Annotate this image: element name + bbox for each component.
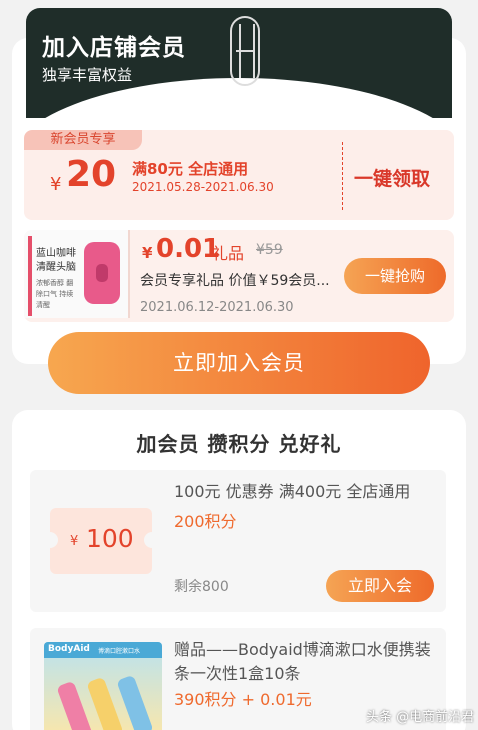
gift-original-price: ¥59 [256, 242, 283, 258]
claim-coupon-button[interactable]: 一键领取 [354, 164, 430, 191]
item-name: 赠品——Bodyaid博滴漱口水便携装条一次性1盒10条 [174, 640, 431, 683]
image-subtitle: 博滴口腔漱口水 [98, 648, 141, 655]
gift-date-range: 2021.06.12-2021.06.30 [140, 300, 294, 315]
banner-title: 加入店铺会员 [42, 35, 186, 61]
mouthwash-product-image: BodyAid 博滴口腔漱口水 [44, 642, 162, 730]
join-member-button[interactable]: 立即加入会员 [48, 332, 430, 394]
gift-price: 0.01 [156, 234, 221, 264]
coupon-currency: ¥ [50, 174, 62, 195]
buy-gift-button[interactable]: 一键抢购 [344, 258, 446, 294]
gift-currency: ¥ [142, 244, 153, 262]
watermark: 头条 @电商前沿君 [366, 710, 475, 725]
image-brand: BodyAid [48, 644, 90, 654]
coupon-date-range: 2021.05.28-2021.06.30 [132, 180, 274, 194]
gift-name: 会员专享礼品 价值￥59会员... [140, 273, 330, 289]
new-member-coupon[interactable]: 新会员专享 ¥ 20 满80元 全店通用 2021.05.28-2021.06.… [24, 130, 454, 220]
coupon-tag: 新会员专享 [24, 130, 142, 150]
gift-type: 礼品 [212, 244, 245, 263]
member-gift-card[interactable]: 蓝山咖啡 清醒头脑 浓郁香醇 翻除口气 持续清醒 ¥ 0.01 礼品 ¥59 会… [24, 230, 454, 322]
voucher-amount: 100 [86, 524, 134, 553]
product-stick-icon [116, 674, 154, 730]
coupon-divider [342, 142, 343, 210]
item-name: 100元 优惠券 满400元 全店通用 [174, 482, 411, 501]
points-section-title: 加会员 攒积分 兑好礼 [136, 432, 342, 456]
image-text-line1: 蓝山咖啡 [36, 248, 76, 259]
list-item[interactable]: ¥ 100 100元 优惠券 满400元 全店通用 200积分 剩余800 立即… [30, 470, 446, 612]
coupon-condition: 满80元 全店通用 [132, 160, 249, 178]
banner-subtitle: 独享丰富权益 [42, 66, 133, 84]
coupon-amount: 20 [66, 154, 117, 195]
image-text-line2: 清醒头脑 [36, 262, 76, 273]
image-text-small: 浓郁香醇 翻除口气 持续清醒 [36, 279, 74, 309]
join-now-button[interactable]: 立即入会 [326, 570, 434, 602]
item-points: 200积分 [174, 512, 237, 531]
item-remaining: 剩余800 [174, 579, 229, 595]
image-ribbon [28, 236, 32, 316]
item-points: 390积分 + 0.01元 [174, 690, 312, 709]
voucher-currency: ¥ [70, 534, 79, 549]
gift-product-image: 蓝山咖啡 清醒头脑 浓郁香醇 翻除口气 持续清醒 [24, 230, 130, 318]
member-banner: 加入店铺会员 独享丰富权益 [26, 8, 452, 118]
voucher-image: ¥ 100 [42, 508, 160, 574]
brand-logo-icon [230, 16, 260, 86]
product-device-icon [84, 242, 120, 304]
